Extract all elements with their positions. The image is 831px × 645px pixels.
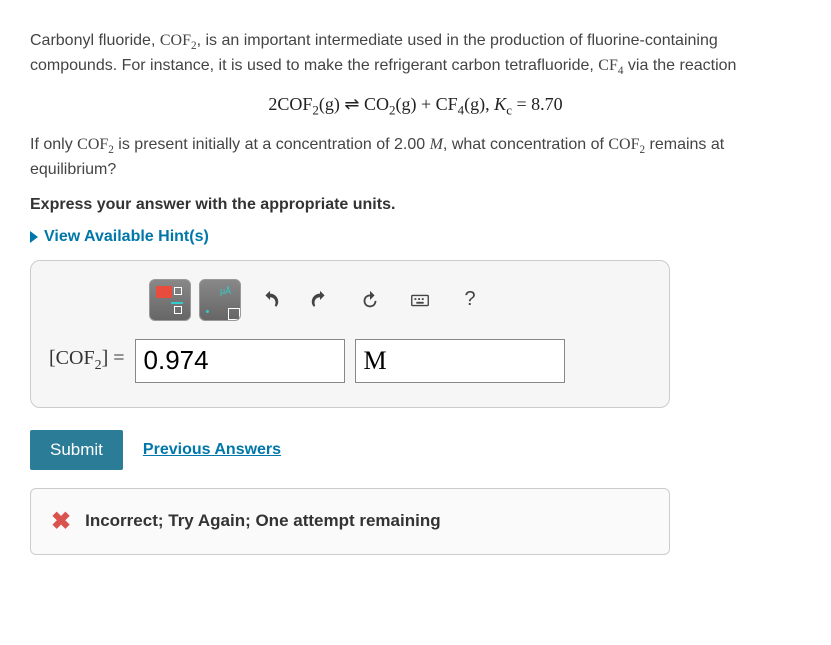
undo-button[interactable] — [249, 279, 291, 321]
hints-label: View Available Hint(s) — [44, 228, 209, 246]
answer-toolbar: μÅ ? — [149, 279, 651, 321]
triangle-right-icon — [30, 231, 38, 243]
reset-button[interactable] — [349, 279, 391, 321]
problem-paragraph-2: If only COF2 is present initially at a c… — [30, 134, 801, 181]
redo-button[interactable] — [299, 279, 341, 321]
redo-icon — [309, 289, 331, 311]
undo-icon — [259, 289, 281, 311]
answer-row: [COF2] = — [49, 339, 651, 383]
reaction-equation: 2COF2(g) ⇌ CO2(g) + CF4(g), Kc = 8.70 — [30, 94, 801, 119]
units-button[interactable]: μÅ — [199, 279, 241, 321]
templates-button[interactable] — [149, 279, 191, 321]
help-button[interactable]: ? — [449, 279, 491, 321]
feedback-box: ✖ Incorrect; Try Again; One attempt rema… — [30, 488, 670, 555]
chem-cof2: COF2 — [160, 32, 197, 49]
answer-unit-input[interactable] — [355, 339, 565, 383]
incorrect-x-icon: ✖ — [51, 507, 71, 536]
chem-cof2: COF2 — [77, 136, 114, 153]
problem-paragraph-1: Carbonyl fluoride, COF2, is an important… — [30, 30, 801, 80]
previous-answers-link[interactable]: Previous Answers — [143, 441, 281, 459]
keyboard-button[interactable] — [399, 279, 441, 321]
instruction-text: Express your answer with the appropriate… — [30, 196, 801, 214]
reset-icon — [359, 289, 381, 311]
answer-box: μÅ ? [COF2] = — [30, 260, 670, 408]
hints-toggle[interactable]: View Available Hint(s) — [30, 228, 801, 246]
answer-value-input[interactable] — [135, 339, 345, 383]
chem-cf4: CF4 — [598, 57, 623, 74]
keyboard-icon — [409, 289, 431, 311]
submit-row: Submit Previous Answers — [30, 430, 801, 470]
help-icon: ? — [464, 288, 475, 311]
feedback-text: Incorrect; Try Again; One attempt remain… — [85, 511, 441, 531]
answer-label: [COF2] = — [49, 347, 125, 374]
text: Carbonyl fluoride, — [30, 32, 160, 49]
submit-button[interactable]: Submit — [30, 430, 123, 470]
chem-cof2: COF2 — [608, 136, 645, 153]
text: via the reaction — [623, 57, 736, 74]
